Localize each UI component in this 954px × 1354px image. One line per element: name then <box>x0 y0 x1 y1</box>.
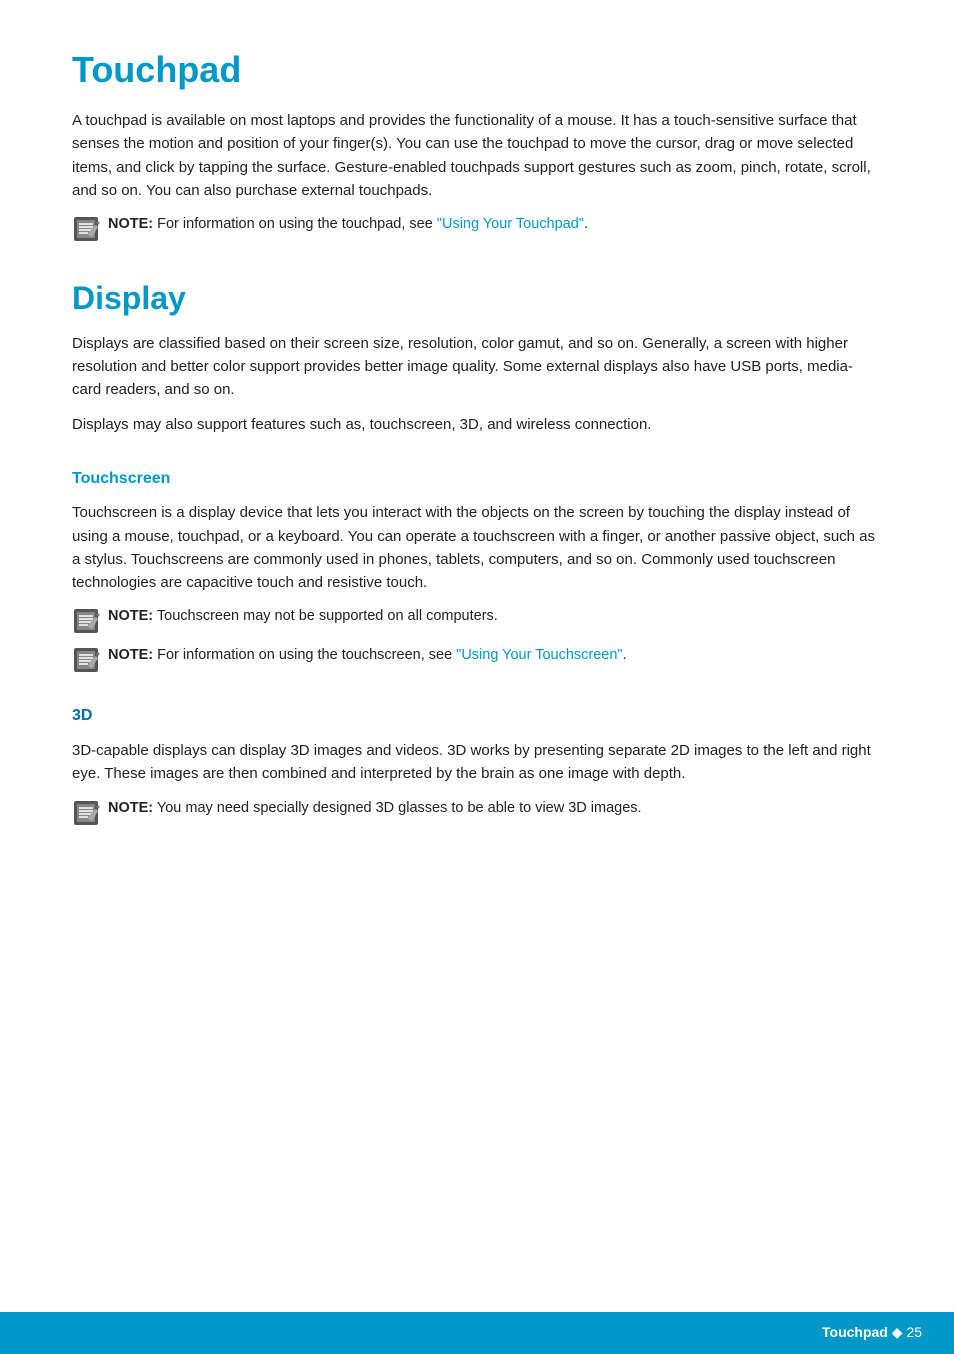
threed-note: NOTE: You may need specially designed 3D… <box>72 798 882 827</box>
touchpad-body1: A touchpad is available on most laptops … <box>72 109 882 202</box>
display-body2: Displays may also support features such … <box>72 413 882 436</box>
note-icon-touchscreen1 <box>72 607 100 635</box>
touchscreen-note2-link[interactable]: "Using Your Touchscreen" <box>456 647 622 663</box>
touchpad-note-text: NOTE: For information on using the touch… <box>108 214 588 236</box>
footer-label: Touchpad <box>822 1324 888 1340</box>
touchscreen-body1: Touchscreen is a display device that let… <box>72 501 882 594</box>
touchscreen-note1-text: NOTE: Touchscreen may not be supported o… <box>108 606 498 628</box>
note-icon-touchscreen2 <box>72 646 100 674</box>
threed-body1: 3D-capable displays can display 3D image… <box>72 739 882 786</box>
display-heading: Display <box>72 279 882 317</box>
threed-heading: 3D <box>72 704 882 729</box>
footer-diamond: ◆ <box>892 1324 903 1340</box>
footer-bar: Touchpad ◆ 25 <box>0 1312 954 1354</box>
footer-text: Touchpad ◆ 25 <box>822 1322 922 1344</box>
note-icon-threed <box>72 799 100 827</box>
page-content: Touchpad A touchpad is available on most… <box>0 0 954 917</box>
note-icon-touchpad <box>72 215 100 243</box>
footer-page: 25 <box>906 1324 922 1340</box>
touchscreen-note1: NOTE: Touchscreen may not be supported o… <box>72 606 882 635</box>
threed-note-text: NOTE: You may need specially designed 3D… <box>108 798 642 820</box>
touchpad-note-link[interactable]: "Using Your Touchpad" <box>437 216 584 232</box>
touchscreen-note2-text: NOTE: For information on using the touch… <box>108 645 627 667</box>
touchscreen-note2: NOTE: For information on using the touch… <box>72 645 882 674</box>
touchpad-note: NOTE: For information on using the touch… <box>72 214 882 243</box>
touchscreen-heading: Touchscreen <box>72 467 882 492</box>
touchpad-heading: Touchpad <box>72 48 882 91</box>
display-body1: Displays are classified based on their s… <box>72 332 882 402</box>
